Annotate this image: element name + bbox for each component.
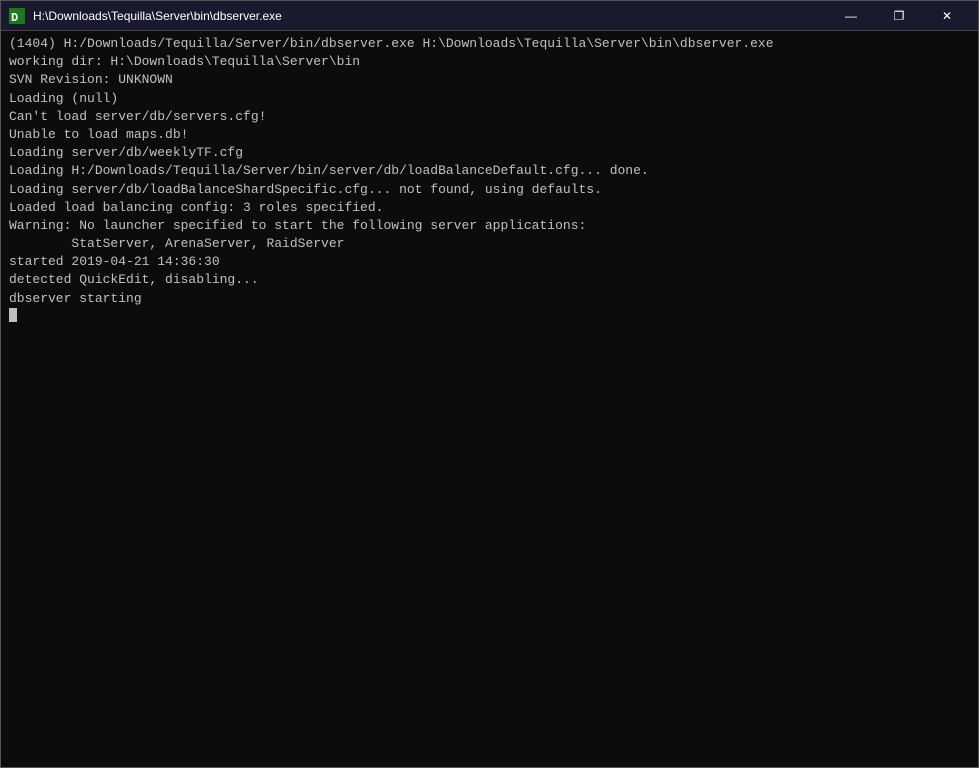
terminal-cursor xyxy=(9,308,17,322)
console-line: Loading server/db/loadBalanceShardSpecif… xyxy=(9,181,970,199)
titlebar: D H:\Downloads\Tequilla\Server\bin\dbser… xyxy=(1,1,978,31)
restore-button[interactable]: ❐ xyxy=(876,1,922,31)
window-title: H:\Downloads\Tequilla\Server\bin\dbserve… xyxy=(33,9,828,23)
console-line: Loading server/db/weeklyTF.cfg xyxy=(9,144,970,162)
console-line: working dir: H:\Downloads\Tequilla\Serve… xyxy=(9,53,970,71)
console-line: dbserver starting xyxy=(9,290,970,308)
console-line: StatServer, ArenaServer, RaidServer xyxy=(9,235,970,253)
console-line: SVN Revision: UNKNOWN xyxy=(9,71,970,89)
terminal-window: D H:\Downloads\Tequilla\Server\bin\dbser… xyxy=(0,0,979,768)
console-line: Can't load server/db/servers.cfg! xyxy=(9,108,970,126)
console-line: Loading (null) xyxy=(9,90,970,108)
console-line: Loading H:/Downloads/Tequilla/Server/bin… xyxy=(9,162,970,180)
cursor-line xyxy=(9,308,970,322)
svg-text:D: D xyxy=(11,11,18,24)
app-icon: D xyxy=(9,8,25,24)
console-line: (1404) H:/Downloads/Tequilla/Server/bin/… xyxy=(9,35,970,53)
console-line: started 2019-04-21 14:36:30 xyxy=(9,253,970,271)
window-controls: — ❐ ✕ xyxy=(828,1,970,31)
close-button[interactable]: ✕ xyxy=(924,1,970,31)
console-line: detected QuickEdit, disabling... xyxy=(9,271,970,289)
console-line: Loaded load balancing config: 3 roles sp… xyxy=(9,199,970,217)
console-line: Warning: No launcher specified to start … xyxy=(9,217,970,235)
console-output: (1404) H:/Downloads/Tequilla/Server/bin/… xyxy=(1,31,978,767)
console-line: Unable to load maps.db! xyxy=(9,126,970,144)
minimize-button[interactable]: — xyxy=(828,1,874,31)
